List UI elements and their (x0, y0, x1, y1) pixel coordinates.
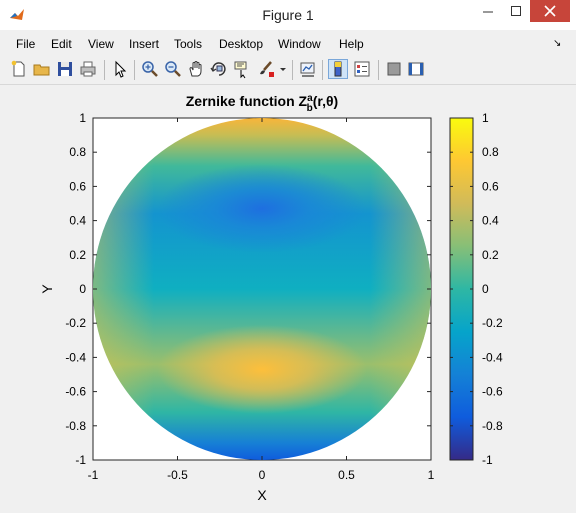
y-tick-label: 1 (79, 111, 86, 125)
colorbar-tick-label: 0.8 (482, 145, 499, 159)
figure-toolbar (0, 56, 576, 85)
insert-colorbar-icon[interactable] (328, 59, 348, 79)
colorbar (449, 117, 474, 461)
y-tick-label: 0.4 (69, 214, 86, 228)
menu-view[interactable]: View (88, 37, 114, 51)
close-button[interactable] (530, 0, 570, 22)
colorbar-tick-label: -0.6 (482, 385, 503, 399)
zoom-out-icon[interactable] (163, 59, 183, 79)
dock-figure-icon[interactable]: ↘ (553, 38, 561, 49)
brush-dropdown-icon[interactable] (278, 59, 288, 79)
x-tick-label: 1 (428, 468, 435, 482)
colorbar-tick-label: -1 (482, 453, 493, 467)
colorbar-tick-label: 0.4 (482, 214, 499, 228)
minimize-button[interactable] (474, 0, 502, 22)
menu-window[interactable]: Window (278, 37, 321, 51)
menu-help[interactable]: Help (339, 37, 364, 51)
menu-insert[interactable]: Insert (129, 37, 159, 51)
toolbar-separator (292, 60, 293, 80)
toolbar-separator (322, 60, 323, 80)
negative-lobe (157, 164, 367, 254)
y-tick-label: 0.8 (69, 145, 86, 159)
zoom-in-icon[interactable] (140, 59, 160, 79)
chart-title: Zernike function Za b(r,θ) (186, 93, 338, 114)
colorbar-tick-label: -0.4 (482, 350, 503, 364)
toolbar-separator (104, 60, 105, 80)
y-tick-label: 0 (79, 282, 86, 296)
colorbar-tick-label: -0.2 (482, 316, 503, 330)
menu-edit[interactable]: Edit (51, 37, 72, 51)
colorbar-tick-label: 0 (482, 282, 489, 296)
x-tick-label: 0 (259, 468, 266, 482)
y-tick-label: 0.6 (69, 179, 86, 193)
y-tick-label: 0.2 (69, 248, 86, 262)
x-tick-label: -0.5 (167, 468, 188, 482)
toolbar-separator (378, 60, 379, 80)
y-tick-label: -1 (75, 453, 86, 467)
colorbar-tick-label: 1 (482, 111, 489, 125)
zernike-surface (93, 118, 431, 460)
y-tick-label: -0.2 (65, 316, 86, 330)
toolbar-separator (134, 60, 135, 80)
y-tick-label: -0.8 (65, 419, 86, 433)
maximize-icon (511, 6, 521, 16)
menu-tools[interactable]: Tools (174, 37, 202, 51)
close-icon (544, 5, 556, 17)
minimize-icon (483, 11, 493, 13)
menu-file[interactable]: File (16, 37, 35, 51)
y-tick-label: -0.6 (65, 385, 86, 399)
x-tick-label: 0.5 (338, 468, 355, 482)
show-plot-tools-icon[interactable] (406, 59, 426, 79)
window-titlebar: Figure 1 (0, 0, 576, 31)
figure-canvas: Zernike function Za b(r,θ) -1 -0.5 0 0.5 1 1 0… (0, 85, 576, 513)
colorbar-tick-label: 0.6 (482, 179, 499, 193)
insert-legend-icon[interactable] (352, 59, 372, 79)
edit-plot-arrow-icon[interactable] (110, 59, 130, 79)
maximize-button[interactable] (502, 0, 530, 22)
y-tick-label: -0.4 (65, 350, 86, 364)
data-cursor-icon[interactable] (232, 59, 252, 79)
new-figure-icon[interactable] (9, 59, 29, 79)
pan-hand-icon[interactable] (186, 59, 206, 79)
open-file-icon[interactable] (32, 59, 52, 79)
colorbar-tick-label: -0.8 (482, 419, 503, 433)
save-icon[interactable] (55, 59, 75, 79)
link-plot-icon[interactable] (298, 59, 318, 79)
brush-icon[interactable] (256, 59, 276, 79)
rotate-3d-icon[interactable] (209, 59, 229, 79)
menu-desktop[interactable]: Desktop (219, 37, 263, 51)
menu-bar: File Edit View Insert Tools Desktop Wind… (0, 30, 576, 56)
x-tick-label: -1 (88, 468, 99, 482)
print-icon[interactable] (78, 59, 98, 79)
positive-lobe (157, 324, 367, 414)
colorbar-tick-label: 0.2 (482, 248, 499, 262)
figure-svg: Zernike function Za b(r,θ) -1 -0.5 0 0.5 1 1 0… (39, 93, 503, 503)
y-axis-label: Y (39, 284, 55, 294)
hide-plot-tools-icon[interactable] (384, 59, 404, 79)
x-axis-label: X (257, 487, 267, 503)
